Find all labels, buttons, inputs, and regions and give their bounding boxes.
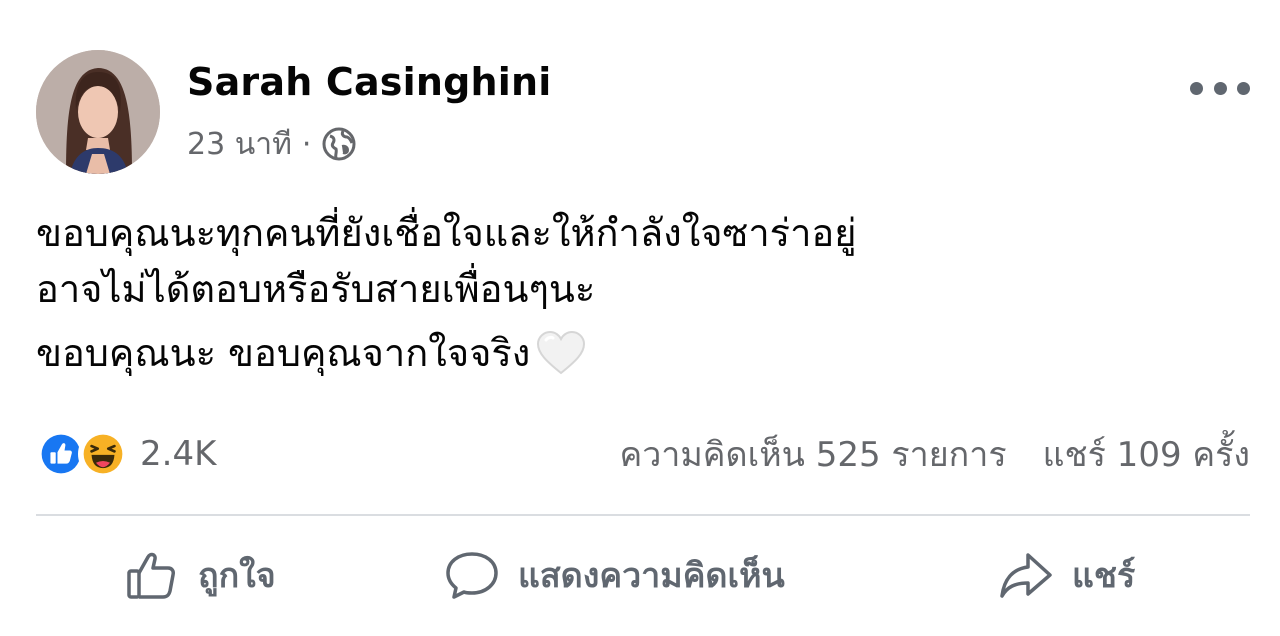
meta-separator: · <box>301 126 312 162</box>
avatar[interactable] <box>36 50 160 174</box>
post-line-3-wrap: ขอบคุณนะ ขอบคุณจากใจจริง <box>36 325 1246 381</box>
post-line-2: อาจไม่ได้ตอบหรือรับสายเพื่อนๆนะ <box>36 267 596 311</box>
like-button[interactable]: ถูกใจ <box>124 547 276 603</box>
white-heart-icon <box>537 330 586 375</box>
haha-reaction-icon <box>78 429 128 479</box>
post-text: ขอบคุณนะทุกคนที่ยังเชื่อใจและให้กำลังใจซ… <box>36 205 1246 381</box>
facebook-post: Sarah Casinghini 23 นาที · ขอบคุณนะทุกคน… <box>0 0 1280 636</box>
comment-button[interactable]: แสดงความคิดเห็น <box>444 547 785 603</box>
author-name[interactable]: Sarah Casinghini <box>187 60 551 104</box>
reaction-count: 2.4K <box>140 434 217 474</box>
more-dot-icon <box>1213 81 1227 95</box>
comment-label: แสดงความคิดเห็น <box>518 556 785 596</box>
share-button[interactable]: แชร์ <box>998 547 1135 603</box>
comment-icon <box>446 552 498 599</box>
more-dot-icon <box>1237 81 1250 95</box>
share-label: แชร์ <box>1072 556 1136 596</box>
more-options-button[interactable] <box>1190 70 1250 106</box>
post-stats: 2.4K ความคิดเห็น 525 รายการ แชร์ 109 ครั… <box>36 424 1250 484</box>
post-meta: 23 นาที · <box>187 122 357 166</box>
share-arrow-icon <box>1000 553 1052 598</box>
more-dot-icon <box>1190 81 1203 95</box>
globe-icon[interactable] <box>321 126 357 162</box>
post-line-3: ขอบคุณนะ ขอบคุณจากใจจริง <box>36 331 531 375</box>
post-line-1: ขอบคุณนะทุกคนที่ยังเชื่อใจและให้กำลังใจซ… <box>36 211 857 255</box>
like-label: ถูกใจ <box>198 556 276 596</box>
comment-count[interactable]: ความคิดเห็น 525 รายการ <box>619 427 1006 481</box>
share-count[interactable]: แชร์ 109 ครั้ง <box>1043 427 1250 481</box>
divider <box>36 514 1250 516</box>
engagement-counts: ความคิดเห็น 525 รายการ แชร์ 109 ครั้ง <box>619 427 1250 481</box>
reactions-summary[interactable]: 2.4K <box>36 429 216 479</box>
post-timestamp[interactable]: 23 นาที <box>187 121 292 168</box>
action-bar: ถูกใจ แสดงความคิดเห็น แชร์ <box>36 540 1250 610</box>
avatar-image <box>36 50 160 174</box>
thumbs-up-icon <box>127 552 175 599</box>
